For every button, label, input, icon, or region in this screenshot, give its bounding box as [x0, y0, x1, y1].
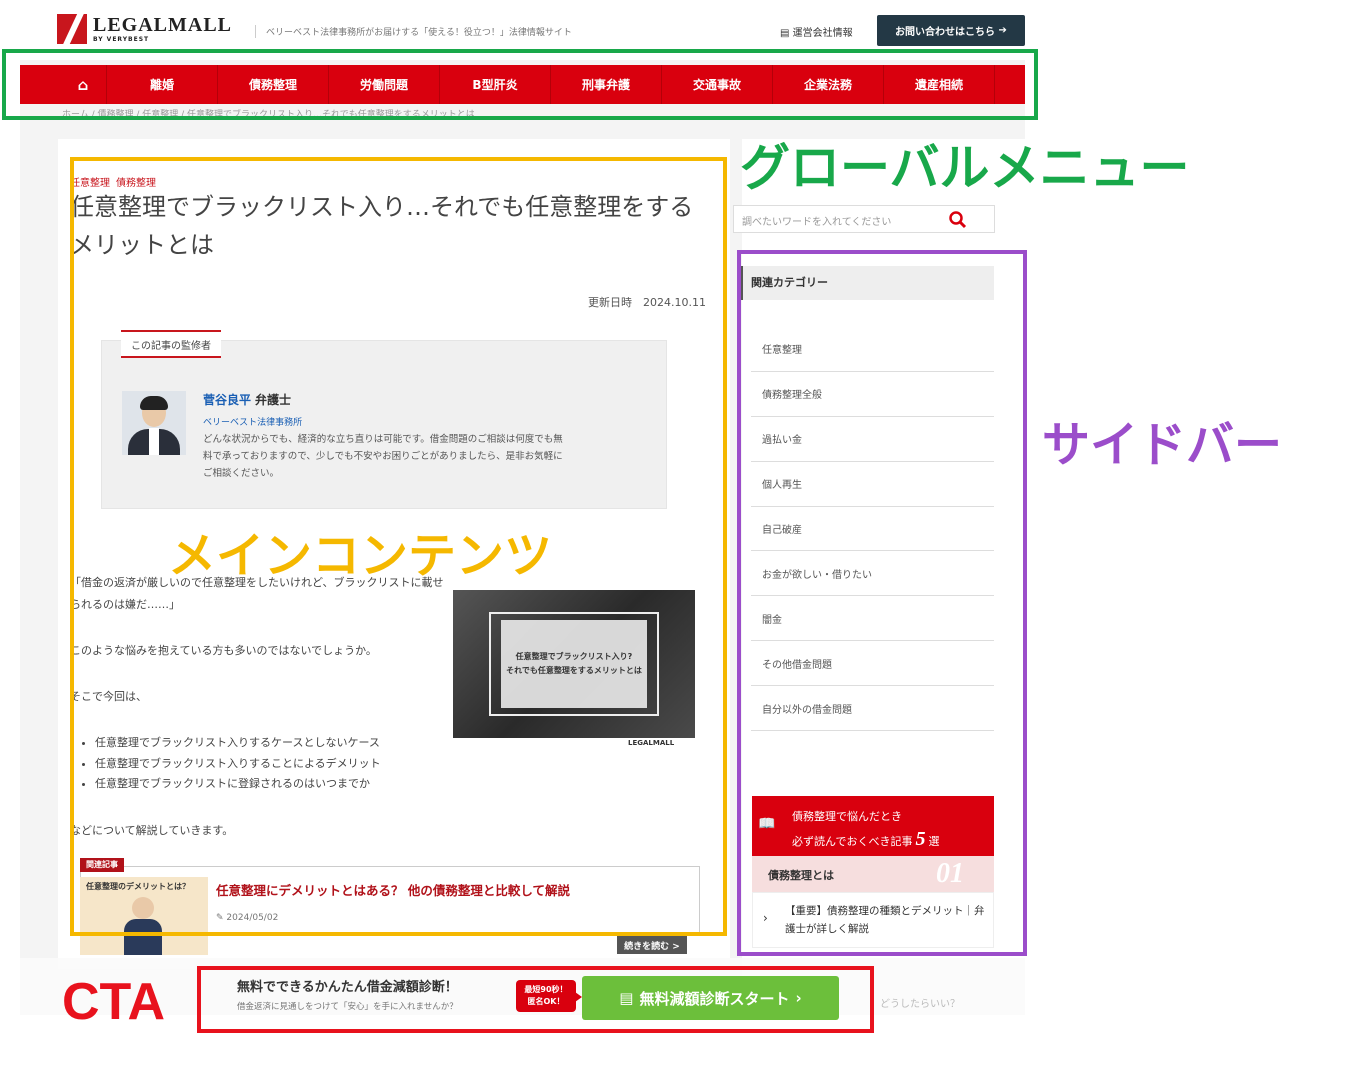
contact-button[interactable]: お問い合わせはこちら ➔ [877, 15, 1025, 46]
site-logo[interactable]: LEGALMALL BY VERYBEST [57, 14, 232, 44]
search-placeholder: 調べたいワードを入れてください [742, 217, 892, 228]
site-tagline: ベリーベスト法律事務所がお届けする「使える！役立つ！」法律情報サイト [255, 25, 572, 38]
search-icon[interactable] [948, 210, 968, 230]
company-info-link[interactable]: ▤ 運営会社情報 [780, 24, 853, 39]
contact-button-label: お問い合わせはこちら [895, 27, 996, 38]
arrow-circle-icon: ➔ [998, 25, 1007, 36]
logo-main-text: LEGALMALL [93, 14, 233, 36]
annotation-sidebar-box [737, 250, 1027, 956]
annotation-main-content-label: メインコンテンツ [168, 528, 553, 584]
annotation-cta-box [197, 966, 874, 1033]
cta-background-text: どうしたらいい？ [880, 999, 960, 1010]
annotation-cta-label: CTA [62, 973, 166, 1031]
annotation-sidebar-label: サイドバー [1042, 417, 1283, 473]
page: LEGALMALL BY VERYBEST ベリーベスト法律事務所がお届けする「… [0, 0, 1370, 1075]
logo-mark-icon [57, 14, 87, 44]
company-info-label: 運営会社情報 [792, 28, 853, 39]
annotation-global-menu-box [2, 49, 1038, 120]
annotation-global-menu-label: グローバルメニュー [740, 139, 1190, 197]
read-more-button[interactable]: 続きを読む > [617, 936, 687, 954]
search-input[interactable]: 調べたいワードを入れてください [733, 205, 995, 233]
logo-sub-text: BY VERYBEST [93, 36, 150, 43]
